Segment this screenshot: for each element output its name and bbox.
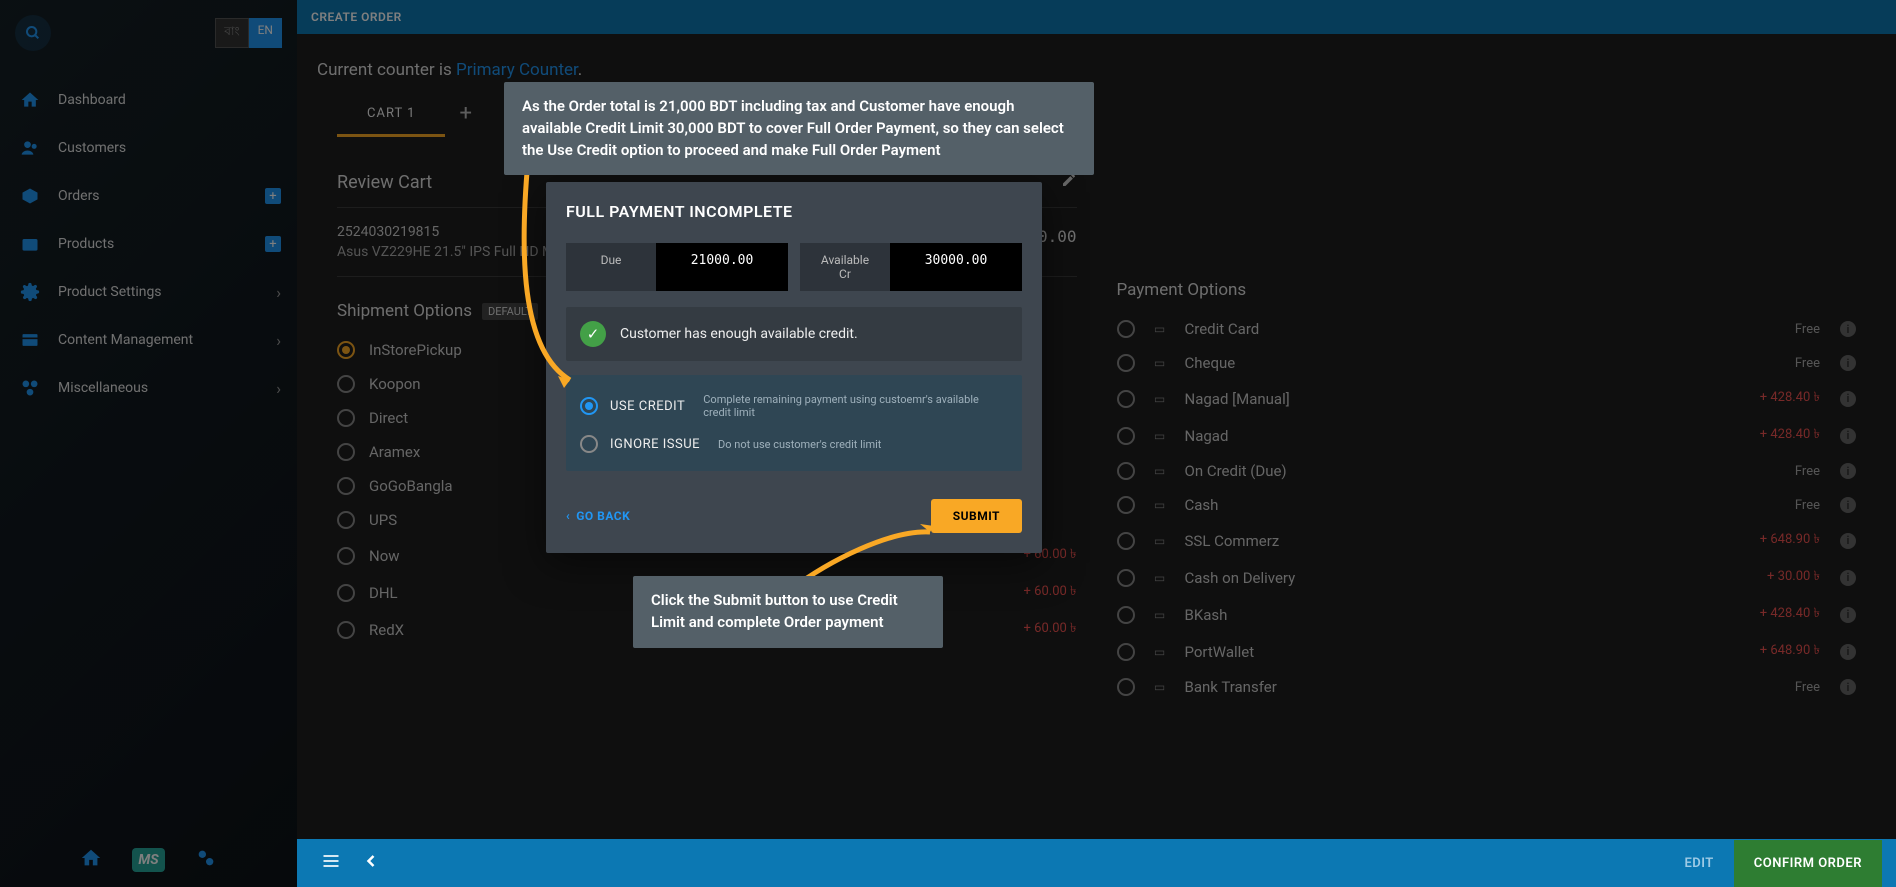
edit-button[interactable]: EDIT: [1664, 842, 1733, 885]
check-icon: ✓: [580, 321, 606, 347]
choice-label: IGNORE ISSUE: [610, 437, 700, 452]
due-value: 21000.00: [656, 243, 788, 291]
credit-ok-text: Customer has enough available credit.: [620, 326, 858, 342]
credit-choice-group: USE CREDIT Complete remaining payment us…: [566, 375, 1022, 471]
confirm-order-button[interactable]: CONFIRM ORDER: [1734, 840, 1882, 887]
go-back-label: GO BACK: [576, 509, 630, 523]
back-icon[interactable]: [351, 851, 391, 875]
choice-desc: Do not use customer's credit limit: [718, 438, 881, 451]
menu-icon[interactable]: [311, 851, 351, 875]
go-back-button[interactable]: ‹ GO BACK: [566, 509, 630, 523]
available-credit-label: Available Cr: [800, 243, 890, 291]
choice-ignore-issue[interactable]: IGNORE ISSUE Do not use customer's credi…: [580, 427, 1008, 461]
annotation-callout-1: As the Order total is 21,000 BDT includi…: [504, 82, 1094, 175]
due-label: Due: [566, 243, 656, 291]
credit-ok-banner: ✓ Customer has enough available credit.: [566, 307, 1022, 361]
dim-overlay: [0, 0, 297, 887]
full-payment-modal: FULL PAYMENT INCOMPLETE Due 21000.00 Ava…: [546, 182, 1042, 553]
available-credit-cell: Available Cr 30000.00: [800, 243, 1022, 291]
choice-use-credit[interactable]: USE CREDIT Complete remaining payment us…: [580, 385, 1008, 427]
annotation-callout-2: Click the Submit button to use Credit Li…: [633, 576, 943, 648]
choice-desc: Complete remaining payment using custoem…: [703, 393, 1008, 419]
choice-label: USE CREDIT: [610, 399, 685, 414]
modal-title: FULL PAYMENT INCOMPLETE: [546, 182, 1042, 233]
bottom-action-bar: EDIT CONFIRM ORDER: [297, 839, 1896, 887]
available-credit-value: 30000.00: [890, 243, 1022, 291]
chevron-left-icon: ‹: [566, 509, 570, 523]
due-cell: Due 21000.00: [566, 243, 788, 291]
radio-icon: [580, 435, 598, 453]
submit-button[interactable]: SUBMIT: [931, 499, 1022, 533]
radio-icon: [580, 397, 598, 415]
